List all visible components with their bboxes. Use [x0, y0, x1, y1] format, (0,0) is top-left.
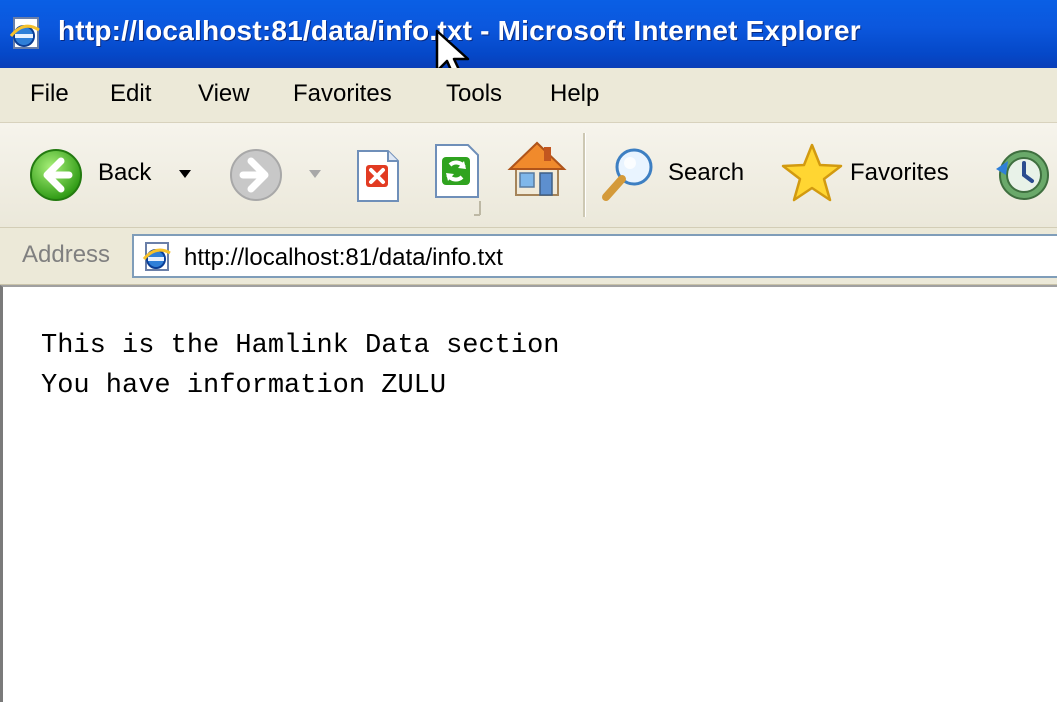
address-label: Address: [22, 241, 111, 268]
menu-bar: File Edit View Favorites Tools Help: [0, 68, 1057, 123]
back-dropdown-icon[interactable]: [178, 169, 192, 179]
search-button[interactable]: Search: [598, 143, 768, 205]
forward-arrow-icon: [230, 149, 282, 201]
favorites-button[interactable]: Favorites: [780, 141, 980, 207]
document-content: This is the Hamlink Data section You hav…: [0, 285, 1057, 702]
address-value: http://localhost:81/data/info.txt: [184, 244, 503, 271]
menu-file[interactable]: File: [30, 80, 69, 108]
history-button[interactable]: [992, 147, 1054, 203]
forward-button[interactable]: [228, 147, 338, 203]
back-arrow-icon: [30, 149, 82, 201]
document-line: This is the Hamlink Data section: [41, 331, 560, 361]
favorites-label: Favorites: [850, 159, 949, 186]
stop-button[interactable]: [352, 147, 404, 205]
menu-help[interactable]: Help: [550, 80, 599, 108]
magnifier-search-icon: [602, 148, 653, 201]
ie-page-icon: [9, 17, 40, 49]
menu-tools[interactable]: Tools: [446, 80, 502, 108]
back-label: Back: [98, 159, 152, 186]
menu-favorites[interactable]: Favorites: [293, 80, 392, 108]
menu-edit[interactable]: Edit: [110, 80, 151, 108]
menu-view[interactable]: View: [198, 80, 250, 108]
back-button[interactable]: Back: [28, 147, 208, 203]
address-input[interactable]: http://localhost:81/data/info.txt: [132, 234, 1057, 278]
ie-page-icon: [142, 242, 171, 271]
address-bar: Address http://localhost:81/data/info.tx…: [0, 228, 1057, 285]
title-bar[interactable]: http://localhost:81/data/info.txt - Micr…: [0, 0, 1057, 81]
star-favorites-icon: [781, 143, 843, 202]
toolbar-separator: [583, 133, 586, 217]
forward-dropdown-icon[interactable]: [308, 169, 322, 179]
search-label: Search: [668, 159, 745, 186]
home-button[interactable]: [506, 139, 568, 201]
refresh-button[interactable]: [430, 141, 488, 217]
standard-toolbar: Back Search Favorites: [0, 123, 1057, 228]
document-line: You have information ZULU: [41, 371, 447, 401]
